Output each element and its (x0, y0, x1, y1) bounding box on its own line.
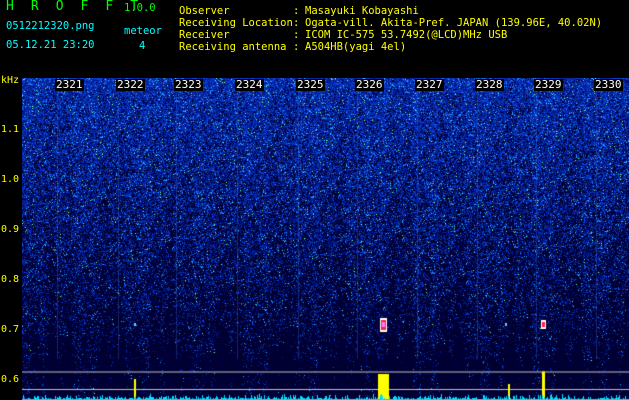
antenna-colon: : (293, 41, 300, 53)
spectrogram-plot[interactable] (22, 78, 629, 400)
frequency-tick: 0.6 (1, 374, 20, 385)
receiver-label: Receiver (179, 29, 230, 41)
time-tick: 2328 (475, 78, 504, 91)
frequency-tick: 0.7 (1, 324, 20, 335)
observer-colon: : (293, 5, 300, 17)
receiver-colon: : (293, 29, 300, 41)
antenna-label: Receiving antenna (179, 41, 287, 53)
time-tick: 2326 (355, 78, 384, 91)
observation-datetime: 05.12.21 23:20 (6, 39, 95, 51)
frequency-unit-label: kHz (1, 75, 20, 86)
receiver-value: ICOM IC-575 53.7492(@LCD)MHz USB (305, 29, 508, 41)
time-tick: 2329 (534, 78, 563, 91)
time-tick: 2327 (415, 78, 444, 91)
time-tick: 2330 (594, 78, 623, 91)
time-tick: 2325 (296, 78, 325, 91)
observer-label: Observer (179, 5, 230, 17)
time-tick: 2321 (55, 78, 84, 91)
location-value: Ogata-vill. Akita-Pref. JAPAN (139.96E, … (305, 17, 603, 29)
app-title: H R O F F T (6, 0, 143, 14)
frequency-tick: 0.8 (1, 274, 20, 285)
time-tick: 2324 (235, 78, 264, 91)
app-version: 1.0.0 (124, 2, 156, 14)
location-colon: : (293, 17, 300, 29)
time-tick: 2322 (116, 78, 145, 91)
frequency-tick: 1.0 (1, 174, 20, 185)
meteor-count-value: 4 (139, 40, 146, 52)
frequency-tick: 1.1 (1, 124, 20, 135)
file-name: 0512212320.png (6, 20, 95, 32)
frequency-tick: 0.9 (1, 224, 20, 235)
observer-value: Masayuki Kobayashi (305, 5, 419, 17)
location-label: Receiving Location (179, 17, 293, 29)
antenna-value: A504HB(yagi 4el) (305, 41, 407, 53)
meteor-count-label: meteor (124, 25, 162, 37)
time-tick: 2323 (174, 78, 203, 91)
